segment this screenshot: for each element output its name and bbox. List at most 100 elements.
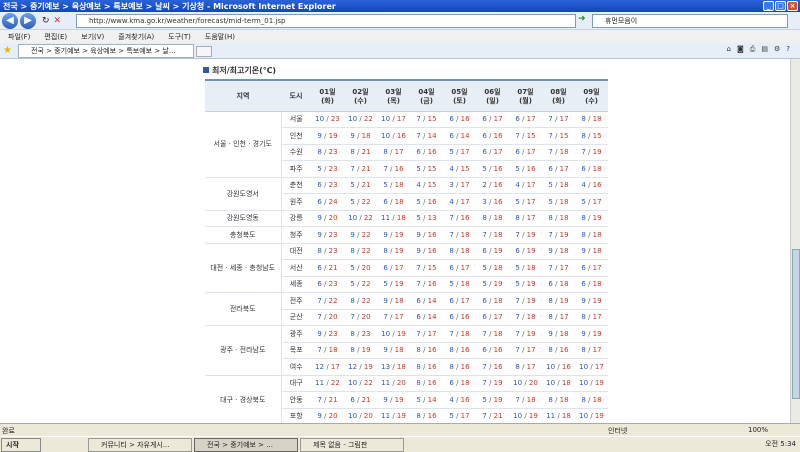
- max-temp: 14: [427, 296, 437, 305]
- page-icon[interactable]: ▤: [761, 45, 768, 54]
- menu-favorites[interactable]: 즐겨찾기(A): [118, 32, 154, 42]
- min-temp: 10: [381, 131, 391, 140]
- max-temp: 15: [526, 131, 536, 140]
- taskbar-item[interactable]: 제목 없음 - 그림판: [300, 438, 404, 452]
- max-temp: 17: [559, 263, 569, 272]
- temp-cell: 6 / 18: [542, 276, 575, 293]
- browser-tab[interactable]: 전국 > 중기예보 > 육상예보 > 특보예보 > 날...: [18, 44, 194, 58]
- temp-cell: 5 / 22: [344, 193, 377, 211]
- help-icon[interactable]: ?: [786, 45, 790, 54]
- close-button[interactable]: ×: [787, 1, 798, 11]
- table-row: 대전 · 세종 · 충청남도 대전 8 / 23 8 / 22 8 / 19 9 / 16…: [205, 243, 608, 293]
- address-input[interactable]: http://www.kma.go.kr/weather/forecast/mi…: [76, 14, 576, 28]
- refresh-icon[interactable]: ↻: [42, 16, 50, 26]
- max-temp: 19: [592, 214, 602, 223]
- header-day-weekday: (일): [486, 96, 499, 105]
- max-temp: 17: [526, 362, 536, 371]
- table-header-row: 지역 도시 01일 (화) 02일 (수) 03일 (목) 04일 (금) 05일 (토) 06일(…: [205, 79, 608, 112]
- temp-cell: 6 / 14: [443, 127, 476, 145]
- max-temp: 19: [592, 329, 602, 338]
- max-temp: 23: [328, 280, 338, 289]
- temp-cell: 5 / 18: [476, 259, 509, 277]
- temp-cell: 6 / 19: [476, 243, 509, 260]
- temp-cell: 8 / 18: [575, 391, 608, 409]
- max-temp: 14: [427, 395, 437, 404]
- max-temp: 16: [460, 313, 470, 322]
- home-icon[interactable]: ⌂: [727, 45, 731, 54]
- max-temp: 22: [361, 247, 371, 256]
- temp-cell: 7 / 18: [476, 226, 509, 244]
- header-day-date: 04일: [418, 87, 435, 96]
- start-button[interactable]: 시작: [1, 438, 41, 452]
- new-tab-button[interactable]: [196, 46, 212, 57]
- favorites-star-icon[interactable]: ★: [3, 45, 12, 56]
- temp-cell: 5 / 17: [443, 408, 476, 423]
- minimize-button[interactable]: _: [763, 1, 774, 11]
- max-temp: 19: [559, 230, 569, 239]
- forward-button[interactable]: ▶: [20, 12, 36, 29]
- max-temp: 15: [559, 131, 569, 140]
- search-input[interactable]: 휴먼모음이: [592, 14, 788, 28]
- header-region: 지역: [205, 79, 281, 112]
- temp-cell: 9 / 16: [410, 226, 443, 244]
- max-temp: 20: [328, 214, 338, 223]
- header-day: 06일 (일): [476, 79, 509, 112]
- temp-cell: 8 / 19: [377, 243, 410, 260]
- max-temp: 19: [396, 412, 406, 421]
- header-day-date: 03일: [385, 87, 402, 96]
- temp-cell: 9 / 19: [575, 325, 608, 343]
- max-temp: 17: [526, 115, 536, 124]
- temp-cell: 11 / 19: [377, 408, 410, 423]
- region-cell: 대구 · 경상북도: [205, 375, 282, 423]
- temp-cell: 8 / 16: [443, 358, 476, 376]
- max-temp: 14: [460, 131, 470, 140]
- temp-cell: 8 / 19: [575, 210, 608, 227]
- max-temp: 18: [559, 197, 569, 206]
- max-temp: 16: [493, 197, 503, 206]
- max-temp: 17: [396, 115, 406, 124]
- temp-cell: 8 / 16: [410, 375, 443, 392]
- temp-cell: 7 / 14: [410, 127, 443, 145]
- menu-tools[interactable]: 도구(T): [168, 32, 191, 42]
- temp-cell: 5 / 18: [542, 177, 575, 194]
- temp-cell: 5 / 19: [377, 276, 410, 293]
- max-temp: 20: [328, 313, 338, 322]
- feeds-icon[interactable]: ◙: [737, 45, 744, 54]
- temp-cell: 8 / 19: [542, 292, 575, 310]
- temp-cell: 10 / 22: [344, 111, 377, 128]
- temp-cell: 12 / 19: [344, 358, 377, 376]
- temp-cell: 5 / 18: [509, 259, 542, 277]
- max-temp: 18: [526, 263, 536, 272]
- menu-file[interactable]: 파일(F): [8, 32, 30, 42]
- city-cell: 대전: [281, 243, 311, 260]
- max-temp: 19: [526, 280, 536, 289]
- temp-cell: 8 / 17: [542, 309, 575, 326]
- back-button[interactable]: ◀: [2, 12, 18, 29]
- city-cell: 여수: [281, 358, 311, 376]
- go-icon[interactable]: ➜: [578, 14, 590, 28]
- temp-cell: 5 / 13: [410, 210, 443, 227]
- print-icon[interactable]: ⎙: [750, 45, 756, 54]
- scrollbar-thumb[interactable]: [792, 249, 800, 399]
- min-temp: 10: [546, 379, 556, 388]
- table-row: 강원도영동 강릉 9 / 20 10 / 22 11 / 18 5 / 13 7 / 16 8…: [205, 210, 608, 227]
- menu-view[interactable]: 보기(V): [81, 32, 104, 42]
- vertical-scrollbar[interactable]: [790, 59, 800, 423]
- max-temp: 16: [427, 379, 437, 388]
- temp-cell: 10 / 17: [575, 358, 608, 376]
- taskbar-item[interactable]: 커뮤니티 > 자유게시...: [88, 438, 192, 452]
- menu-edit[interactable]: 편집(E): [44, 32, 67, 42]
- maximize-button[interactable]: □: [775, 1, 786, 11]
- max-temp: 18: [460, 379, 470, 388]
- menu-help[interactable]: 도움말(H): [205, 32, 235, 42]
- temp-cell: 5 / 18: [377, 177, 410, 194]
- zoom-level[interactable]: 100%: [748, 426, 768, 434]
- tools-icon[interactable]: ⚙: [774, 45, 780, 54]
- temp-cell: 10 / 16: [542, 358, 575, 376]
- stop-icon[interactable]: ✕: [54, 16, 62, 26]
- taskbar-item[interactable]: 전국 > 중기예보 > ...: [194, 438, 298, 452]
- address-toolbar: ◀ ▶ ↻ ✕ http://www.kma.go.kr/weather/for…: [0, 12, 800, 30]
- max-temp: 23: [328, 181, 338, 190]
- header-day-date: 09일: [583, 87, 600, 96]
- temp-cell: 9 / 19: [377, 391, 410, 409]
